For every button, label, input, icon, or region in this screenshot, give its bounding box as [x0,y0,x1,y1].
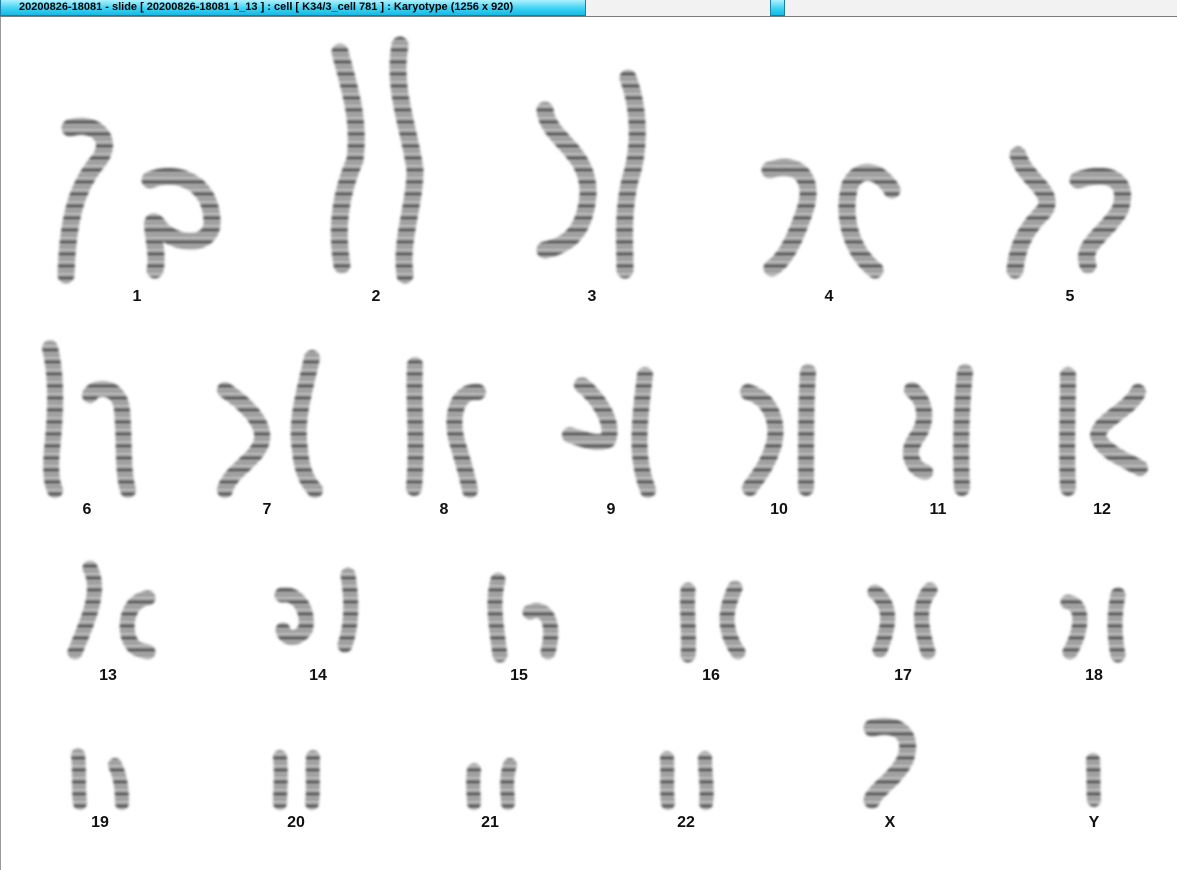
label-chr-y: Y [1089,814,1100,831]
title-bar[interactable]: 20200826-18081 - slide [ 20200826-18081 … [0,0,1177,17]
label-chr-20: 20 [287,814,305,831]
label-chr-21: 21 [481,814,499,831]
label-chr-13: 13 [99,667,117,684]
label-chr-2: 2 [372,288,381,305]
chromosome-pair-21 [466,758,517,810]
chromosome-pair-14 [274,567,359,653]
chromosome-pair-12 [1059,367,1148,496]
label-chr-12: 12 [1093,501,1111,518]
chromosome-pair-19 [71,748,129,810]
chromosome-pair-3 [536,69,646,279]
chromosome-pair-4 [761,158,901,279]
label-chr-18: 18 [1085,667,1103,684]
label-chr-1: 1 [133,288,142,305]
label-chr-19: 19 [91,814,109,831]
window-title[interactable]: 20200826-18081 - slide [ 20200826-18081 … [0,0,586,16]
chromosome-pair-2 [330,36,424,284]
chromosome-pair-8 [406,357,486,498]
label-chr-14: 14 [309,667,327,684]
karyotype-window: 20200826-18081 - slide [ 20200826-18081 … [0,0,1177,870]
chromosome-pair-6 [42,340,136,498]
chromosome-pair-18 [1060,587,1126,663]
label-chr-x: X [885,814,896,831]
label-chr-8: 8 [440,501,449,518]
chromosome-pair-11 [902,364,973,496]
label-chr-17: 17 [894,667,912,684]
chromosome-pair-16 [679,580,746,663]
label-chr-3: 3 [588,288,597,305]
chromosome-pair-10 [740,364,816,496]
title-scroll-handle[interactable] [770,0,785,16]
chromosome-pair-7 [217,350,323,498]
label-chr-7: 7 [263,501,272,518]
chromosome-labels: 1 2 3 4 5 6 7 8 9 10 11 12 13 14 15 16 1… [83,288,1111,831]
label-chr-6: 6 [83,501,92,518]
label-chr-16: 16 [702,667,720,684]
chromosome-pair-17 [867,582,938,660]
label-chr-10: 10 [770,501,788,518]
label-chr-9: 9 [607,501,616,518]
karyotype-image: 1 2 3 4 5 6 7 8 9 10 11 12 13 14 15 16 1… [42,36,1148,831]
chromosome-pair-9 [562,367,656,498]
chromosome-pair-1 [57,117,221,284]
chromosome-pair-22 [660,751,714,810]
label-chr-4: 4 [825,288,834,305]
chromosome-pair-15 [487,572,559,663]
chromosome-x [863,717,917,809]
chromosome-pair-13 [67,560,156,660]
label-chr-5: 5 [1066,288,1075,305]
chromosome-pair-20 [273,750,320,810]
label-chr-22: 22 [677,814,695,831]
label-chr-15: 15 [510,667,528,684]
label-chr-11: 11 [930,501,947,518]
chromosome-pair-5 [1006,146,1132,279]
chromosome-y [1086,753,1101,807]
